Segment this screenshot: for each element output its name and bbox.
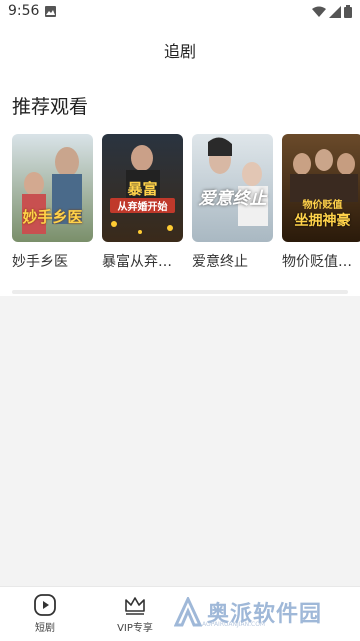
crown-icon <box>125 597 145 615</box>
poster-title-line2: 从弃婚开始 <box>110 198 175 213</box>
nav-vip[interactable]: VIP专享 <box>105 593 165 634</box>
recommend-section: 推荐观看 妙手乡医 妙手乡医 暴富 从弃婚开始 暴富从弃… 爱意终止 爱意终止 … <box>0 76 360 296</box>
title-bar: 追剧 <box>0 24 360 76</box>
poster-title-line2: 坐拥神豪 <box>294 213 351 229</box>
drama-poster[interactable]: 暴富 从弃婚开始 <box>102 134 183 242</box>
recommend-list: 妙手乡医 妙手乡医 暴富 从弃婚开始 暴富从弃… 爱意终止 爱意终止 物价贬值 … <box>12 134 360 271</box>
drama-card[interactable]: 妙手乡医 妙手乡医 <box>12 134 93 271</box>
signal-icon <box>329 5 341 18</box>
gallery-notification-icon <box>45 6 56 17</box>
poster-title: 妙手乡医 <box>22 208 83 226</box>
watermark-subtext: AOPAIRUANJIAN.COM <box>202 621 266 628</box>
watermark-logo: 奥派软件园 AOPAIRUANJIAN.COM <box>174 596 322 628</box>
nav-short-drama[interactable]: 短剧 <box>15 593 75 634</box>
status-bar: 9:56 <box>0 0 360 24</box>
watermark-a-icon <box>174 597 202 627</box>
drama-card[interactable]: 暴富 从弃婚开始 暴富从弃… <box>102 134 183 271</box>
drama-poster[interactable]: 爱意终止 <box>192 134 273 242</box>
page-title: 追剧 <box>163 42 196 61</box>
divider <box>12 290 348 294</box>
drama-title[interactable]: 妙手乡医 <box>12 251 93 271</box>
poster-title-line1: 物价贬值 <box>302 200 343 211</box>
drama-card[interactable]: 物价贬值 坐拥神豪 物价贬值… <box>282 134 360 271</box>
poster-title: 爱意终止 <box>198 189 267 209</box>
wifi-icon <box>312 6 326 17</box>
play-circle-icon <box>34 594 56 616</box>
drama-poster[interactable]: 物价贬值 坐拥神豪 <box>282 134 360 242</box>
drama-card[interactable]: 爱意终止 爱意终止 <box>192 134 273 271</box>
battery-icon <box>344 5 352 18</box>
drama-title[interactable]: 暴富从弃… <box>102 251 183 271</box>
drama-poster[interactable]: 妙手乡医 <box>12 134 93 242</box>
drama-title[interactable]: 物价贬值… <box>282 251 360 271</box>
nav-short-drama-label: 短剧 <box>35 623 55 634</box>
drama-title[interactable]: 爱意终止 <box>192 251 273 271</box>
section-title: 推荐观看 <box>12 96 89 118</box>
poster-title-line1: 暴富 <box>127 180 158 198</box>
status-time: 9:56 <box>8 3 40 19</box>
nav-vip-label: VIP专享 <box>117 623 153 634</box>
